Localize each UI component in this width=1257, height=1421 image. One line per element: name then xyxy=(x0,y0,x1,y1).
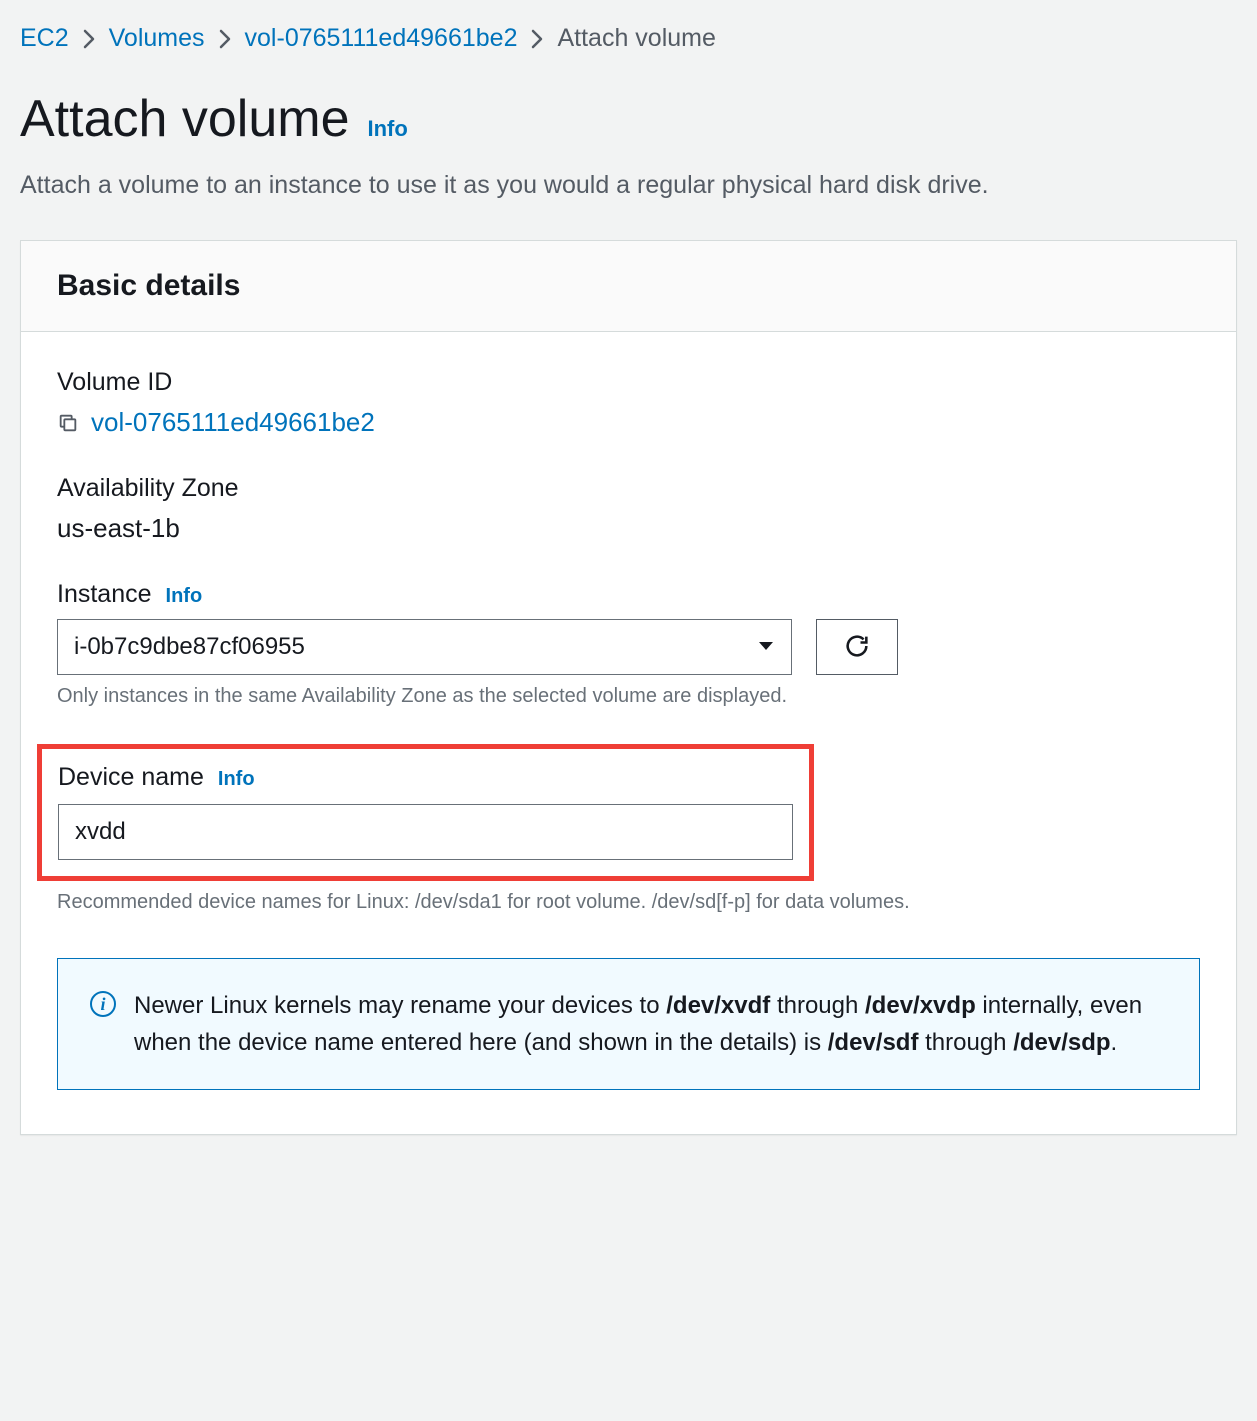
instance-select-input[interactable] xyxy=(57,619,792,675)
info-icon: i xyxy=(90,991,116,1017)
volume-id-label: Volume ID xyxy=(57,368,1200,397)
device-name-label: Device name xyxy=(58,763,204,792)
instance-select[interactable] xyxy=(57,619,792,675)
instance-label: Instance xyxy=(57,580,152,609)
breadcrumb-volumes[interactable]: Volumes xyxy=(109,24,205,53)
info-callout: i Newer Linux kernels may rename your de… xyxy=(57,958,1200,1090)
chevron-right-icon xyxy=(219,29,231,49)
copy-icon[interactable] xyxy=(57,412,79,434)
device-name-field: Device name Info Recommended device name… xyxy=(57,744,1200,914)
page-description: Attach a volume to an instance to use it… xyxy=(20,171,1237,200)
availability-zone-value: us-east-1b xyxy=(57,513,180,544)
availability-zone-label: Availability Zone xyxy=(57,474,1200,503)
breadcrumb-ec2[interactable]: EC2 xyxy=(20,24,69,53)
page-title: Attach volume xyxy=(20,89,350,149)
panel-header: Basic details xyxy=(21,241,1236,332)
device-name-input[interactable] xyxy=(58,804,793,860)
volume-id-field: Volume ID vol-0765111ed49661be2 xyxy=(57,368,1200,438)
breadcrumb-current: Attach volume xyxy=(557,24,715,53)
device-name-info-link[interactable]: Info xyxy=(218,768,255,791)
breadcrumb-volume-id[interactable]: vol-0765111ed49661be2 xyxy=(245,24,518,53)
device-name-helper: Recommended device names for Linux: /dev… xyxy=(57,891,1200,914)
chevron-right-icon xyxy=(531,29,543,49)
chevron-right-icon xyxy=(83,29,95,49)
basic-details-panel: Basic details Volume ID vol-0765111ed496… xyxy=(20,240,1237,1135)
panel-title: Basic details xyxy=(57,269,1200,303)
instance-helper: Only instances in the same Availability … xyxy=(57,685,1200,708)
callout-text: Newer Linux kernels may rename your devi… xyxy=(134,987,1167,1061)
refresh-button[interactable] xyxy=(816,619,898,675)
device-name-highlight: Device name Info xyxy=(37,744,814,881)
page-title-info-link[interactable]: Info xyxy=(368,116,408,142)
breadcrumb: EC2 Volumes vol-0765111ed49661be2 Attach… xyxy=(20,24,1237,53)
instance-field: Instance Info On xyxy=(57,580,1200,708)
refresh-icon xyxy=(843,632,871,663)
instance-info-link[interactable]: Info xyxy=(166,585,203,608)
volume-id-value[interactable]: vol-0765111ed49661be2 xyxy=(91,407,375,438)
availability-zone-field: Availability Zone us-east-1b xyxy=(57,474,1200,544)
